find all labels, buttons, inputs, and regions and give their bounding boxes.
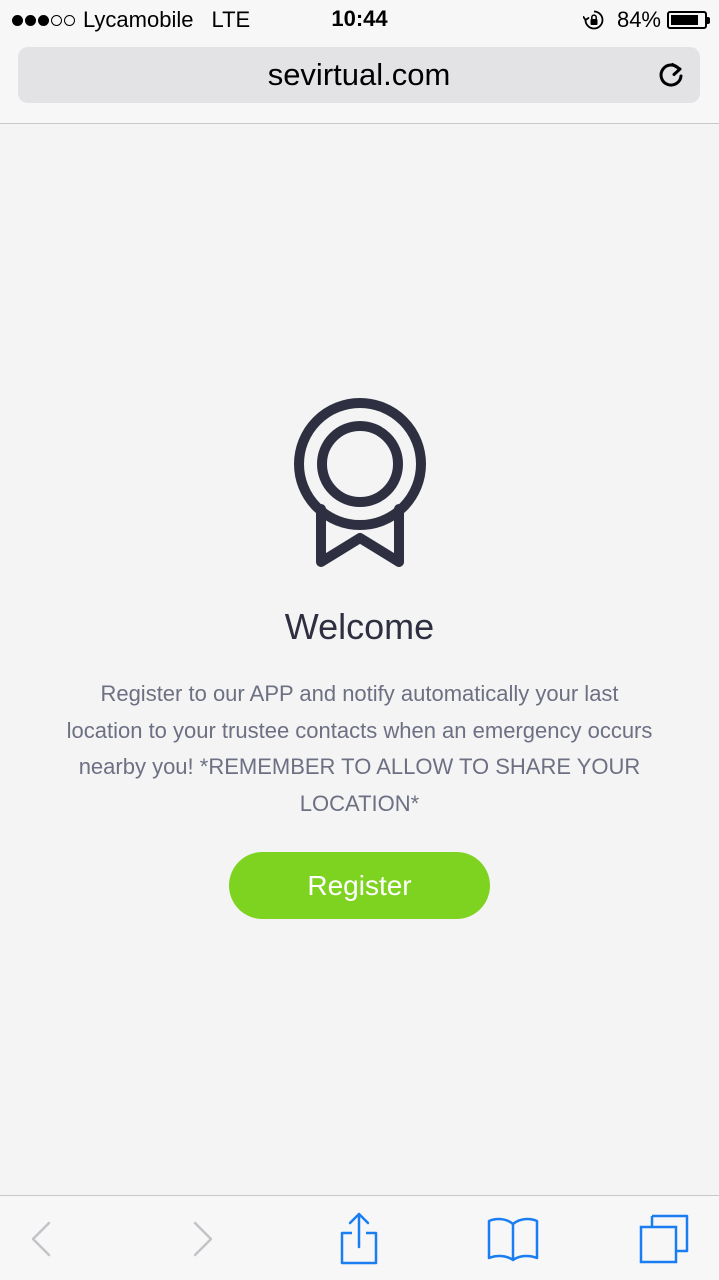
share-icon	[340, 1212, 378, 1264]
status-right: 84%	[582, 6, 710, 34]
browser-address-area: sevirtual.com	[0, 40, 719, 124]
bookmarks-icon	[487, 1217, 539, 1261]
tabs-button[interactable]	[636, 1196, 692, 1280]
network-type: LTE	[211, 7, 251, 32]
welcome-title: Welcome	[284, 606, 435, 647]
forward-button[interactable]	[182, 1196, 224, 1280]
signal-dot	[38, 14, 49, 26]
signal-dot	[51, 14, 62, 26]
browser-screen: Lycamobile LTE 10:44 84% sevirtual.com W…	[0, 0, 719, 1280]
battery-percentage: 84%	[616, 7, 661, 32]
welcome-description: Register to our APP and notify automatic…	[66, 681, 653, 816]
page-content: Welcome Register to our APP and notify a…	[0, 124, 719, 1195]
bookmarks-button[interactable]	[484, 1196, 542, 1280]
signal-dot	[25, 14, 36, 26]
url-text[interactable]: sevirtual.com	[18, 57, 700, 93]
award-ribbon-icon	[294, 398, 426, 567]
status-left: Lycamobile LTE	[12, 6, 250, 34]
battery-icon	[667, 11, 710, 29]
register-button[interactable]: Register	[229, 852, 490, 919]
battery-tip	[707, 17, 710, 24]
signal-strength-icon	[12, 14, 75, 26]
reload-icon[interactable]	[656, 60, 686, 90]
back-button[interactable]	[20, 1196, 62, 1280]
browser-toolbar	[0, 1195, 719, 1280]
tabs-icon	[639, 1214, 689, 1263]
signal-dot	[12, 14, 23, 26]
battery-level-fill	[671, 15, 698, 25]
carrier-name: Lycamobile	[83, 7, 194, 32]
status-bar: Lycamobile LTE 10:44 84%	[0, 0, 719, 40]
signal-dot	[64, 14, 75, 26]
address-bar[interactable]: sevirtual.com	[18, 47, 700, 103]
share-button[interactable]	[333, 1196, 385, 1280]
back-icon	[31, 1221, 51, 1256]
forward-icon	[193, 1221, 213, 1256]
rotation-lock-icon	[582, 9, 605, 31]
